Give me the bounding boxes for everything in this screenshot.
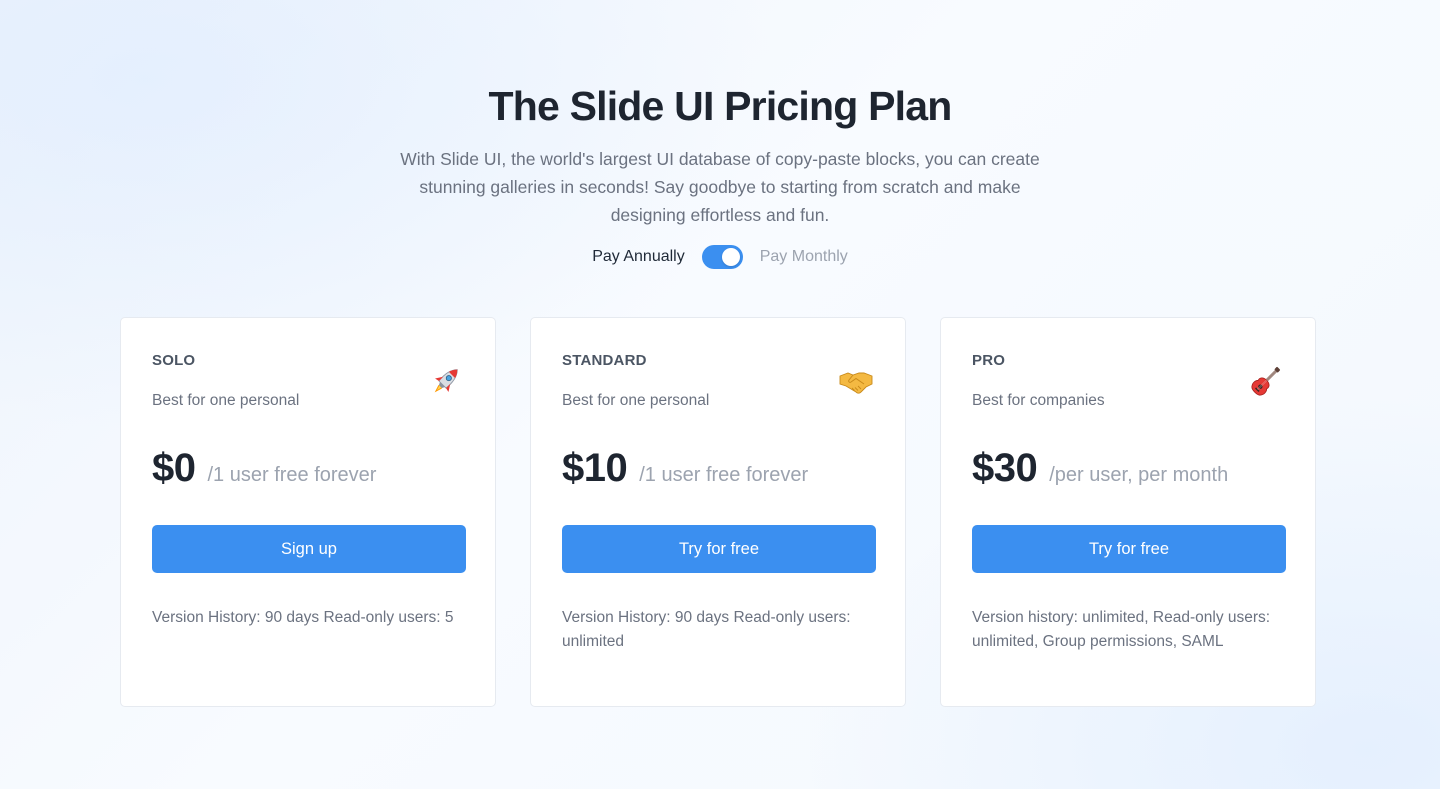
pay-annually-label[interactable]: Pay Annually — [592, 248, 685, 266]
plan-name: PRO — [972, 352, 1006, 369]
plan-features: Version History: 90 days Read-only users… — [152, 609, 454, 626]
price-amount: $0 — [152, 446, 196, 490]
sign-up-button[interactable]: Sign up — [152, 525, 466, 573]
price-row: $0 /1 user free forever — [152, 446, 376, 491]
page-title: The Slide UI Pricing Plan — [488, 83, 953, 129]
price-note: /1 user free forever — [207, 464, 377, 486]
billing-toggle: Pay Annually Pay Monthly — [0, 244, 1440, 270]
plan-name: SOLO — [152, 352, 196, 369]
plan-card-standard: STANDARD Best for one personal $10 /1 us… — [530, 317, 906, 707]
rocket-icon — [427, 362, 465, 400]
page-subtitle: With Slide UI, the world's largest UI da… — [400, 149, 1040, 225]
price-note: /per user, per month — [1049, 464, 1229, 486]
handshake-icon — [837, 362, 875, 400]
toggle-knob — [721, 248, 740, 266]
plan-features: Version history: unlimited, Read-only us… — [972, 609, 1271, 650]
price-amount: $30 — [972, 446, 1038, 490]
plan-card-pro: PRO Best for companies $30 /per user, pe… — [940, 317, 1316, 707]
guitar-icon — [1247, 362, 1285, 400]
price-amount: $10 — [562, 446, 628, 490]
billing-period-toggle[interactable] — [701, 245, 743, 269]
plan-name: STANDARD — [562, 352, 647, 369]
plan-description: Best for companies — [972, 392, 1105, 409]
plan-card-solo: SOLO Best for one personal $0 /1 user fr… — [120, 317, 496, 707]
price-row: $10 /1 user free forever — [562, 446, 808, 491]
plan-description: Best for one personal — [152, 392, 300, 409]
price-note: /1 user free forever — [639, 464, 809, 486]
plan-description: Best for one personal — [562, 392, 710, 409]
try-for-free-button[interactable]: Try for free — [972, 525, 1286, 573]
pay-monthly-label[interactable]: Pay Monthly — [760, 248, 848, 266]
price-row: $30 /per user, per month — [972, 446, 1228, 491]
try-for-free-button[interactable]: Try for free — [562, 525, 876, 573]
plan-features: Version History: 90 days Read-only users… — [562, 609, 851, 650]
